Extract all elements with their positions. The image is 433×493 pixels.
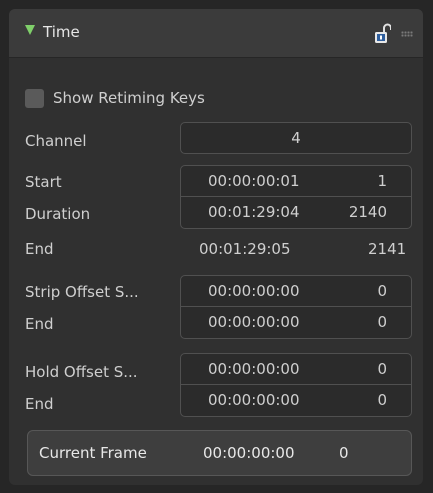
triangle-down-icon[interactable] [25,25,35,35]
properties-editor: Time Show Retiming Keys Channel 4 Start … [0,0,433,493]
hold-offset-end-timecode: 00:00:00:00 [208,391,300,409]
channel-field[interactable]: 4 [180,122,412,154]
panel-title: Time [43,23,80,41]
strip-offset-start-timecode: 00:00:00:00 [208,282,300,300]
strip-offset-end-frame: 0 [377,313,387,331]
duration-timecode: 00:01:29:04 [208,203,300,221]
hold-offset-end-label: End [25,395,54,413]
end-label: End [25,240,54,258]
hold-offset-end-frame: 0 [377,391,387,409]
strip-offset-start-label: Strip Offset S... [25,283,139,301]
end-frame: 2141 [368,240,407,258]
channel-value: 4 [291,129,301,147]
current-frame-timecode: 00:00:00:00 [203,444,295,462]
current-frame-label: Current Frame [39,444,147,462]
drag-grip-icon[interactable] [401,31,413,37]
hold-offset-end-field[interactable]: 00:00:00:00 0 [180,385,412,417]
show-retiming-keys-checkbox[interactable] [25,89,44,108]
strip-offset-start-field[interactable]: 00:00:00:00 0 [180,275,412,307]
current-frame-frame: 0 [339,444,349,462]
start-label: Start [25,173,62,191]
strip-offset-end-field[interactable]: 00:00:00:00 0 [180,307,412,339]
hold-offset-start-timecode: 00:00:00:00 [208,360,300,378]
hold-offset-start-field[interactable]: 00:00:00:00 0 [180,353,412,385]
start-timecode: 00:00:00:01 [208,172,300,190]
duration-frame: 2140 [348,203,387,221]
panel-header[interactable]: Time [9,9,423,58]
hold-offset-start-label: Hold Offset S... [25,363,138,381]
duration-field[interactable]: 00:01:29:04 2140 [180,197,412,229]
end-timecode: 00:01:29:05 [199,240,291,258]
start-frame: 1 [377,172,387,190]
time-panel: Time Show Retiming Keys Channel 4 Start … [9,9,423,485]
strip-offset-end-timecode: 00:00:00:00 [208,313,300,331]
current-frame-field[interactable]: Current Frame 00:00:00:00 0 [27,430,412,476]
channel-label: Channel [25,132,87,150]
start-field[interactable]: 00:00:00:01 1 [180,165,412,197]
strip-offset-end-label: End [25,315,54,333]
strip-offset-start-frame: 0 [377,282,387,300]
duration-label: Duration [25,205,91,223]
unlocked-padlock-icon[interactable] [375,23,391,45]
show-retiming-keys-label[interactable]: Show Retiming Keys [53,89,205,107]
hold-offset-start-frame: 0 [377,360,387,378]
